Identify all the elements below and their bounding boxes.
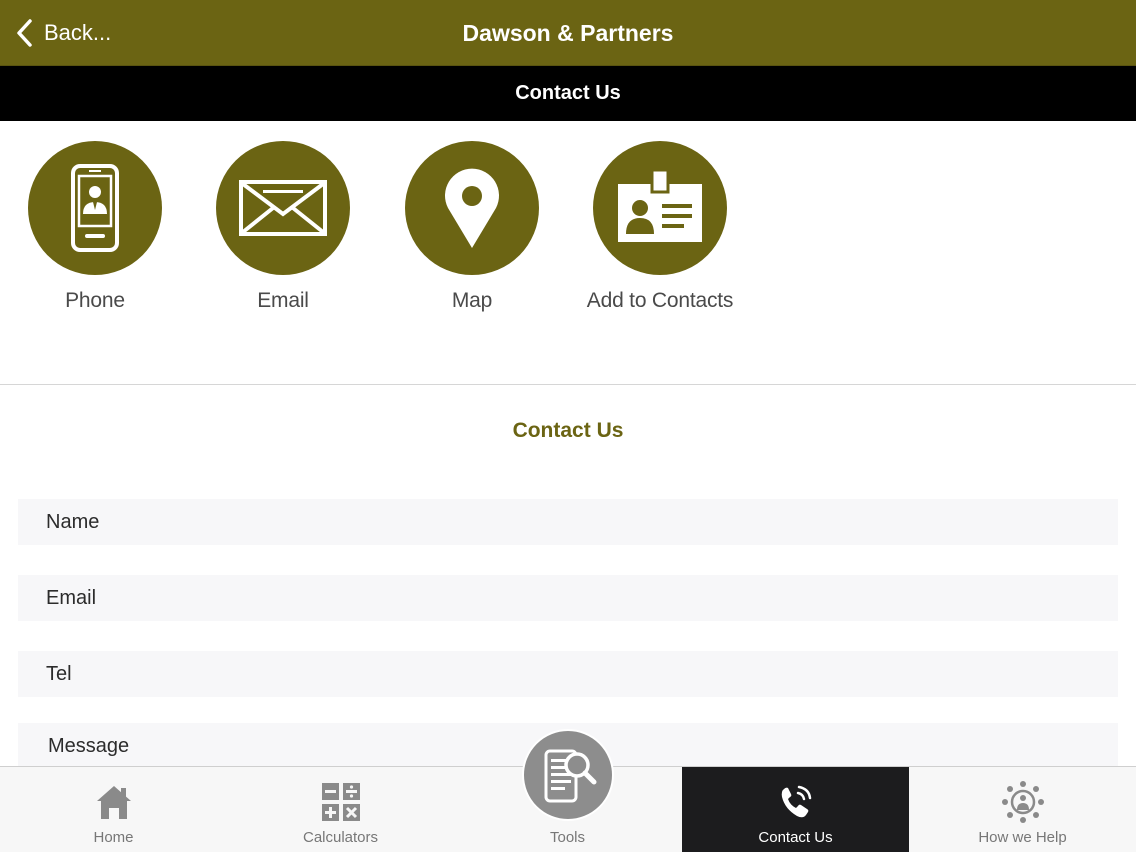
tab-how-we-help-label: How we Help [978,829,1067,846]
calculator-icon [321,783,360,821]
form-title: Contact Us [512,419,624,442]
tel-input[interactable] [18,651,1118,697]
network-people-icon [1001,781,1044,823]
tab-home[interactable]: Home [0,767,227,852]
tab-home-label: Home [93,829,134,846]
chevron-left-icon [17,19,32,47]
map-pin-icon [445,168,499,248]
tab-calculators-label: Calculators [302,829,379,846]
home-icon [96,786,131,819]
page-title: Contact Us [0,66,1136,121]
name-input[interactable] [18,499,1118,545]
tools-search-icon [544,749,597,803]
envelope-icon [239,180,327,236]
contact-actions: Phone Email Map Add to Contacts [0,121,1136,385]
back-button[interactable]: Back... [14,14,111,52]
tab-contact-us[interactable]: Contact Us [682,767,909,852]
email-input[interactable] [18,575,1118,621]
tab-tools-label: Tools [549,829,586,846]
tab-contact-us-label: Contact Us [758,829,833,846]
tools-button[interactable] [522,729,614,821]
tab-calculators[interactable]: Calculators [227,767,454,852]
top-bar: Back... Dawson & Partners [0,0,1136,66]
tab-how-we-help[interactable]: How we Help [909,767,1136,852]
id-card-icon [618,168,702,242]
app-title: Dawson & Partners [462,20,674,46]
phone-call-icon [781,785,811,818]
phone-contact-icon [71,164,119,252]
add-to-contacts-label: Add to Contacts [586,289,734,312]
add-to-contacts-action[interactable]: Add to Contacts [545,141,775,313]
back-label: Back... [44,20,112,45]
